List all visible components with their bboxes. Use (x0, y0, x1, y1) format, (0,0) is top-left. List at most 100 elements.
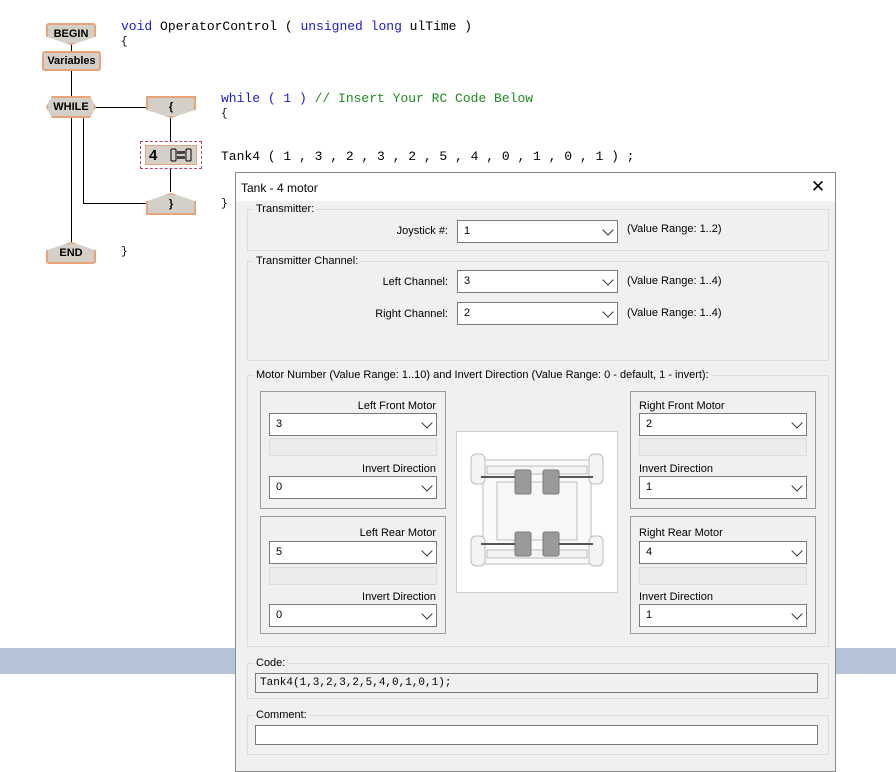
tank4-block[interactable]: 4 (145, 145, 197, 165)
code-text: ulTime ) (401, 19, 473, 34)
connector-line (170, 168, 171, 192)
right-rear-motor-value: 4 (646, 546, 653, 558)
end-node[interactable]: END (46, 242, 96, 264)
connector-line (71, 70, 72, 96)
code-brace-close-inner: } (221, 198, 228, 210)
left-rear-motor-select[interactable]: 5 (269, 541, 437, 564)
comment-legend: Comment: (254, 709, 309, 721)
dialog-titlebar[interactable]: Tank - 4 motor ✕ (236, 173, 835, 201)
code-output-field[interactable]: Tank4(1,3,2,3,2,5,4,0,1,0,1); (255, 673, 818, 693)
left-front-invert-select[interactable]: 0 (269, 476, 437, 499)
tank-wheels-icon (170, 148, 192, 162)
chevron-down-icon (791, 545, 803, 557)
chevron-down-icon (421, 417, 433, 429)
right-front-motor-select[interactable]: 2 (639, 413, 807, 436)
left-front-motor-label: Left Front Motor (357, 400, 436, 412)
chevron-down-icon (602, 274, 614, 286)
right-front-motor-panel: Right Front Motor 2 Invert Direction 1 (630, 391, 816, 509)
left-channel-value: 3 (464, 275, 471, 287)
right-front-motor-label: Right Front Motor (639, 400, 725, 412)
joystick-label: Joystick #: (396, 225, 448, 237)
transmitter-group: Transmitter: Joystick #: 1 (Value Range:… (247, 203, 829, 251)
left-channel-label: Left Channel: (382, 276, 448, 288)
code-legend: Code: (254, 657, 288, 669)
close-icon[interactable]: ✕ (807, 176, 829, 198)
code-brace-open-inner: { (221, 108, 228, 120)
right-rear-motor-panel: Right Rear Motor 4 Invert Direction 1 (630, 516, 816, 634)
left-rear-motor-label: Left Rear Motor (359, 527, 436, 539)
chevron-down-icon (421, 608, 433, 620)
transmitter-legend: Transmitter: (254, 203, 317, 215)
joystick-value: 1 (464, 225, 471, 237)
while-node[interactable]: WHILE (46, 96, 96, 118)
tank-4-motor-dialog: Tank - 4 motor ✕ Transmitter: Joystick #… (235, 172, 836, 772)
code-brace-close: } (121, 246, 128, 258)
comment-input[interactable] (255, 725, 818, 745)
left-rear-motor-field (269, 567, 437, 585)
keyword: void (121, 19, 153, 34)
transmitter-channel-group: Transmitter Channel: Left Channel: 3 (Va… (247, 255, 829, 361)
right-front-invert-label: Invert Direction (639, 463, 713, 475)
right-channel-value: 2 (464, 307, 471, 319)
right-front-invert-select[interactable]: 1 (639, 476, 807, 499)
chevron-down-icon (602, 224, 614, 236)
connector-line (170, 117, 171, 141)
left-front-motor-panel: Left Front Motor 3 Invert Direction 0 (260, 391, 446, 509)
open-brace-node[interactable]: { (146, 96, 196, 118)
close-brace-node[interactable]: } (146, 193, 196, 215)
left-rear-invert-select[interactable]: 0 (269, 604, 437, 627)
right-front-motor-value: 2 (646, 418, 653, 430)
right-front-invert-value: 1 (646, 481, 653, 493)
code-comment: // Insert Your RC Code Below (314, 91, 534, 106)
left-front-motor-field (269, 438, 437, 456)
left-rear-motor-panel: Left Rear Motor 5 Invert Direction 0 (260, 516, 446, 634)
chevron-down-icon (421, 480, 433, 492)
tank4-block-selection[interactable]: 4 (140, 141, 202, 169)
chevron-down-icon (791, 608, 803, 620)
variables-node[interactable]: Variables (42, 51, 101, 71)
code-text: ( 1 ) (260, 91, 315, 106)
left-channel-range: (Value Range: 1..4) (627, 275, 722, 287)
comment-group: Comment: (247, 709, 829, 755)
code-line-tank4[interactable]: Tank4 ( 1 , 3 , 2 , 3 , 2 , 5 , 4 , 0 , … (221, 149, 634, 164)
code-text: OperatorControl ( (152, 19, 301, 34)
motor-legend: Motor Number (Value Range: 1..10) and In… (254, 369, 711, 381)
left-front-motor-select[interactable]: 3 (269, 413, 437, 436)
keyword: while (221, 91, 261, 106)
chevron-down-icon (602, 306, 614, 318)
right-channel-select[interactable]: 2 (457, 302, 618, 325)
right-rear-motor-field (639, 567, 807, 585)
chevron-down-icon (791, 480, 803, 492)
joystick-select[interactable]: 1 (457, 220, 618, 243)
right-front-motor-field (639, 438, 807, 456)
right-rear-motor-select[interactable]: 4 (639, 541, 807, 564)
left-front-motor-value: 3 (276, 418, 283, 430)
channel-legend: Transmitter Channel: (254, 255, 361, 267)
right-channel-label: Right Channel: (375, 308, 448, 320)
code-group: Code: Tank4(1,3,2,3,2,5,4,0,1,0,1); (247, 657, 829, 699)
right-rear-invert-value: 1 (646, 609, 653, 621)
left-front-invert-label: Invert Direction (362, 463, 436, 475)
right-rear-motor-label: Right Rear Motor (639, 527, 723, 539)
connector-line (83, 203, 147, 204)
dialog-title: Tank - 4 motor (241, 181, 318, 195)
connector-line (83, 118, 84, 204)
left-rear-motor-value: 5 (276, 546, 283, 558)
keyword: unsigned long (300, 19, 402, 34)
code-line-while: while ( 1 ) // Insert Your RC Code Below (221, 91, 533, 106)
code-line-function: void OperatorControl ( unsigned long ulT… (121, 19, 472, 34)
begin-node[interactable]: BEGIN (46, 23, 96, 45)
left-rear-invert-value: 0 (276, 609, 283, 621)
robot-chassis-image (456, 431, 618, 593)
right-rear-invert-select[interactable]: 1 (639, 604, 807, 627)
chevron-down-icon (791, 417, 803, 429)
left-channel-select[interactable]: 3 (457, 270, 618, 293)
connector-line (95, 107, 147, 108)
left-rear-invert-label: Invert Direction (362, 591, 436, 603)
connector-line (71, 118, 72, 242)
right-channel-range: (Value Range: 1..4) (627, 307, 722, 319)
left-front-invert-value: 0 (276, 481, 283, 493)
joystick-range: (Value Range: 1..2) (627, 223, 722, 235)
right-rear-invert-label: Invert Direction (639, 591, 713, 603)
chevron-down-icon (421, 545, 433, 557)
